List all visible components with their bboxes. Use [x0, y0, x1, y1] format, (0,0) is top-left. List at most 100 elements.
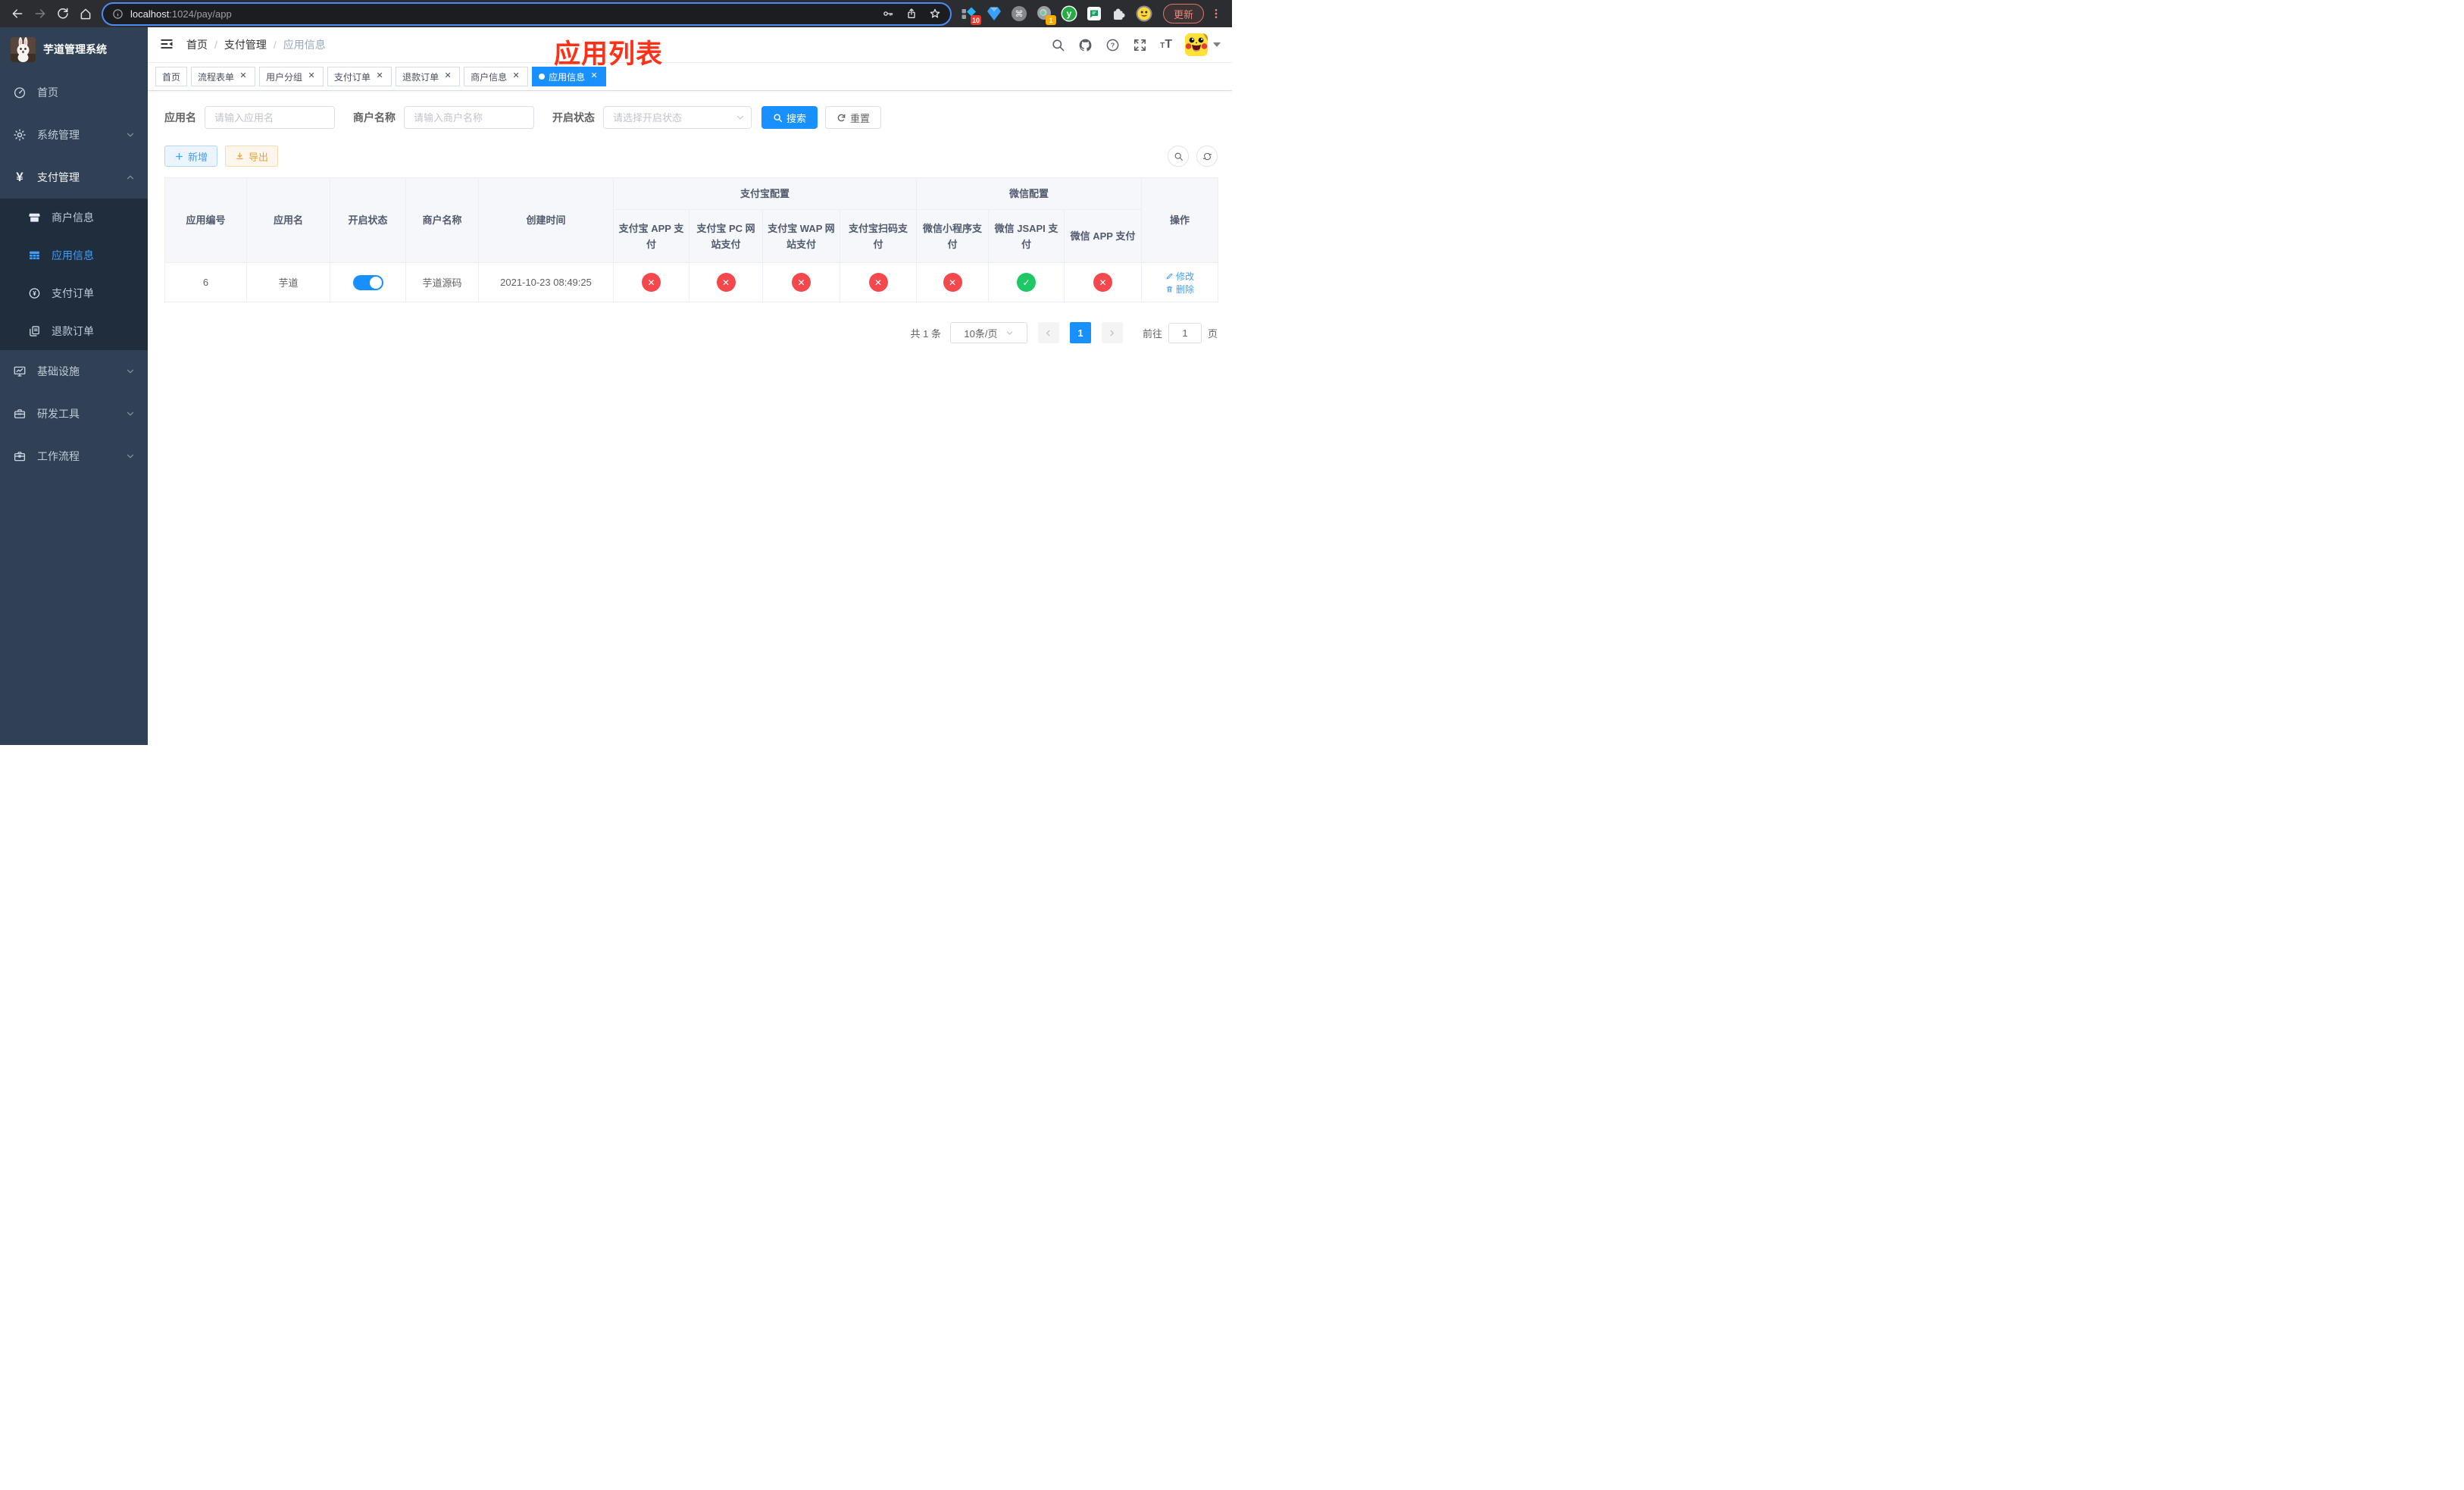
sidebar-item-label: 工作流程: [37, 450, 80, 462]
tab-label: 用户分组: [266, 71, 303, 83]
browser-toolbar: localhost:1024/pay/app 10 ⌘ 1 y 更新: [0, 0, 1232, 27]
breadcrumb-payment[interactable]: 支付管理: [224, 37, 267, 52]
breadcrumb-home[interactable]: 首页: [186, 37, 208, 52]
share-icon[interactable]: [905, 8, 918, 20]
tab-process-form[interactable]: 流程表单 ✕: [191, 67, 256, 86]
svg-text:?: ?: [1111, 41, 1115, 49]
chevron-right-icon: [1110, 330, 1115, 336]
row-enabled-switch[interactable]: [352, 274, 383, 290]
goto-page-input[interactable]: [1168, 322, 1202, 343]
bookmark-star-icon[interactable]: [929, 8, 941, 20]
font-size-icon[interactable]: TT: [1160, 39, 1172, 51]
sidebar-item-label: 退款订单: [52, 325, 94, 337]
extension-gem-icon[interactable]: [986, 5, 1002, 22]
sidebar-item-infrastructure[interactable]: 基础设施: [0, 350, 148, 393]
search-button[interactable]: 搜索: [761, 106, 818, 129]
toggle-search-button[interactable]: [1168, 146, 1189, 167]
refresh-cycle-icon: [1202, 152, 1212, 160]
next-page-button[interactable]: [1101, 322, 1123, 343]
extension-chat-icon[interactable]: [1086, 5, 1102, 22]
col-header-alipay-pc: 支付宝 PC 网站支付: [689, 209, 763, 263]
goto-suffix: 页: [1207, 327, 1218, 340]
extension-y-icon[interactable]: y: [1061, 5, 1077, 22]
app-title: 芋道管理系统: [43, 43, 107, 55]
prev-page-button[interactable]: [1037, 322, 1059, 343]
tab-close-icon[interactable]: ✕: [589, 71, 599, 82]
wechat-mini-status-icon: ✕: [943, 273, 962, 292]
sidebar-item-payment[interactable]: ¥ 支付管理: [0, 156, 148, 199]
chevron-left-icon: [1046, 330, 1050, 336]
sidebar-item-merchant-info[interactable]: 商户信息: [0, 199, 148, 236]
tab-label: 应用信息: [549, 71, 586, 83]
page-content: 应用名 商户名称 开启状态 搜索: [148, 91, 1232, 745]
sidebar-item-pay-orders[interactable]: ¥ 支付订单: [0, 274, 148, 312]
tab-user-group[interactable]: 用户分组 ✕: [259, 67, 324, 86]
url-bar[interactable]: localhost:1024/pay/app: [103, 3, 950, 24]
extension-pins-icon[interactable]: 10: [961, 5, 981, 25]
sidebar-item-dev-tools[interactable]: 研发工具: [0, 393, 148, 435]
export-button[interactable]: 导出: [225, 146, 279, 167]
browser-forward-button[interactable]: [29, 2, 52, 25]
app-name-input[interactable]: [205, 106, 335, 129]
site-info-icon[interactable]: [112, 8, 124, 20]
sidebar-item-app-info[interactable]: 应用信息: [0, 236, 148, 274]
select-chevron-icon: [1006, 330, 1012, 335]
tab-close-icon[interactable]: ✕: [374, 71, 385, 82]
delete-link[interactable]: 删除: [1165, 283, 1194, 296]
password-key-icon[interactable]: [882, 8, 894, 20]
url-text: localhost:1024/pay/app: [130, 8, 232, 20]
main-area: 应用列表 首页 / 支付管理 / 应用信息 ? TT 首页 流程表单 ✕ 用户分…: [148, 27, 1232, 745]
svg-text:¥: ¥: [33, 290, 36, 297]
sidebar: 芋道管理系统 首页 系统管理 ¥ 支付管理 商户信息 应用信息 ¥ 支付订单 退…: [0, 27, 148, 745]
tab-close-icon[interactable]: ✕: [238, 71, 249, 82]
tab-merchant-info[interactable]: 商户信息 ✕: [464, 67, 529, 86]
reset-button[interactable]: 重置: [825, 106, 882, 129]
chrome-update-button[interactable]: 更新: [1163, 4, 1205, 23]
sidebar-item-label: 系统管理: [37, 129, 80, 141]
breadcrumb-separator: /: [214, 39, 217, 51]
screen: localhost:1024/pay/app 10 ⌘ 1 y 更新 芋道管理系…: [0, 0, 1232, 745]
col-header-wechat-jsapi: 微信 JSAPI 支付: [988, 209, 1065, 263]
add-button[interactable]: 新增: [164, 146, 218, 167]
profile-emoji-icon[interactable]: [1136, 5, 1152, 22]
tab-refund-orders[interactable]: 退款订单 ✕: [396, 67, 461, 86]
sidebar-collapse-icon[interactable]: [159, 36, 176, 53]
sidebar-item-label: 研发工具: [37, 408, 80, 420]
page-size-select[interactable]: 10条/页: [949, 322, 1027, 343]
extension-meet-icon[interactable]: 1: [1036, 5, 1056, 25]
briefcase-icon: [13, 449, 27, 463]
tab-pay-orders[interactable]: 支付订单 ✕: [327, 67, 392, 86]
caret-down-icon: [1213, 42, 1221, 47]
browser-back-button[interactable]: [6, 2, 29, 25]
browser-home-button[interactable]: [74, 2, 97, 25]
apps-table: 应用编号 应用名 开启状态 商户名称 创建时间 支付宝配置 微信配置 操作 支付…: [164, 177, 1219, 302]
sidebar-logo-row[interactable]: 芋道管理系统: [0, 27, 148, 71]
extension-command-icon[interactable]: ⌘: [1011, 5, 1027, 22]
status-select-input[interactable]: [603, 106, 752, 129]
tab-close-icon[interactable]: ✕: [511, 71, 521, 82]
header-search-icon[interactable]: [1051, 38, 1065, 52]
extensions-puzzle-icon[interactable]: [1111, 5, 1127, 22]
sidebar-item-refund-orders[interactable]: 退款订单: [0, 312, 148, 350]
sidebar-item-system[interactable]: 系统管理: [0, 114, 148, 156]
tab-close-icon[interactable]: ✕: [306, 71, 317, 82]
help-icon[interactable]: ?: [1105, 38, 1120, 52]
tab-home[interactable]: 首页: [155, 67, 188, 86]
col-group-alipay: 支付宝配置: [612, 177, 918, 210]
page-number-1[interactable]: 1: [1069, 322, 1091, 343]
dashboard-icon: [13, 86, 27, 99]
user-menu[interactable]: [1185, 33, 1221, 56]
status-select[interactable]: [603, 106, 752, 129]
fullscreen-icon[interactable]: [1133, 38, 1147, 52]
browser-menu-icon[interactable]: [1210, 8, 1222, 20]
github-icon[interactable]: [1078, 38, 1093, 52]
refresh-table-button[interactable]: [1196, 146, 1218, 167]
forward-icon: [35, 9, 45, 18]
sidebar-item-home[interactable]: 首页: [0, 71, 148, 114]
tab-label: 流程表单: [198, 71, 235, 83]
browser-reload-button[interactable]: [52, 2, 74, 25]
edit-link[interactable]: 修改: [1165, 270, 1194, 283]
sidebar-item-workflow[interactable]: 工作流程: [0, 435, 148, 477]
tab-close-icon[interactable]: ✕: [442, 71, 453, 82]
merchant-name-input[interactable]: [404, 106, 534, 129]
